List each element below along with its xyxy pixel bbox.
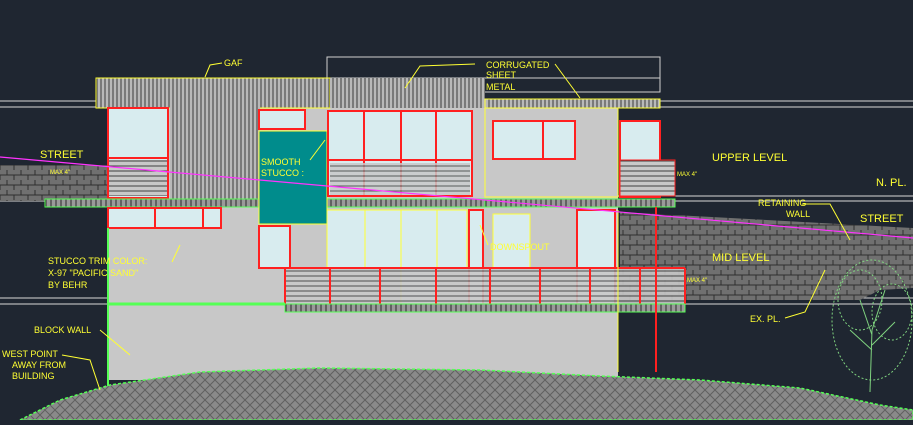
label-west-point-1: WEST POINT: [2, 349, 58, 359]
label-block-wall: BLOCK WALL: [34, 325, 91, 335]
label-west-point-2: AWAY FROM: [12, 360, 66, 370]
corrugated-roof-mid: [330, 78, 485, 108]
elevation-drawing: GAF CORRUGATED SHEET METAL STREET MAX 4"…: [0, 56, 913, 421]
upper-main-railing: [330, 163, 470, 195]
label-downspout: DOWNSPOUT: [490, 242, 550, 252]
label-corrugated-3: METAL: [486, 82, 515, 92]
upper-right-railing: [619, 159, 676, 197]
label-stucco-trim-2: X-97 "PACIFIC SAND": [48, 268, 138, 278]
label-upper-level: UPPER LEVEL: [712, 152, 787, 164]
label-ex-pl: EX. PL.: [750, 314, 781, 324]
mid-left-clerestory: [107, 207, 222, 229]
corrugated-wall-panel: [170, 107, 260, 200]
label-corrugated-1: CORRUGATED: [486, 60, 550, 70]
label-retaining-1: RETAINING: [758, 198, 806, 208]
mid-window-1: [258, 225, 291, 269]
label-smooth-stucco-1: SMOOTH: [261, 157, 301, 167]
corrugated-roof-left: [95, 77, 331, 109]
corrugated-fascia-right: [484, 98, 661, 109]
label-street-right: STREET: [860, 213, 904, 225]
mid-window-3: [364, 209, 402, 269]
label-gaf: GAF: [224, 58, 243, 68]
label-max4-upper: MAX 4": [677, 172, 697, 178]
label-west-point-3: BUILDING: [12, 371, 55, 381]
label-street-left: STREET: [40, 149, 84, 161]
label-mid-level: MID LEVEL: [712, 252, 769, 264]
label-max4-left: MAX 4": [50, 170, 70, 176]
mid-window-2: [326, 209, 366, 269]
mid-window-7: [492, 213, 531, 269]
cad-elevation-viewport[interactable]: GAF CORRUGATED SHEET METAL STREET MAX 4"…: [0, 0, 913, 421]
label-stucco-trim-3: BY BEHR: [48, 280, 88, 290]
label-retaining-2: WALL: [786, 209, 810, 219]
small-upper-window: [258, 109, 306, 130]
label-smooth-stucco-2: STUCCO :: [261, 168, 304, 178]
upper-right-window: [492, 120, 576, 160]
mid-railing: [284, 267, 686, 304]
mid-window-5: [436, 209, 468, 269]
label-np: N. PL.: [876, 177, 907, 189]
upper-left-railing: [109, 160, 167, 196]
mid-deck-edge: [284, 303, 686, 313]
label-stucco-trim-1: STUCCO TRIM COLOR:: [48, 256, 147, 266]
label-corrugated-2: SHEET: [486, 70, 517, 80]
label-max4-mid: MAX 4": [687, 278, 707, 284]
